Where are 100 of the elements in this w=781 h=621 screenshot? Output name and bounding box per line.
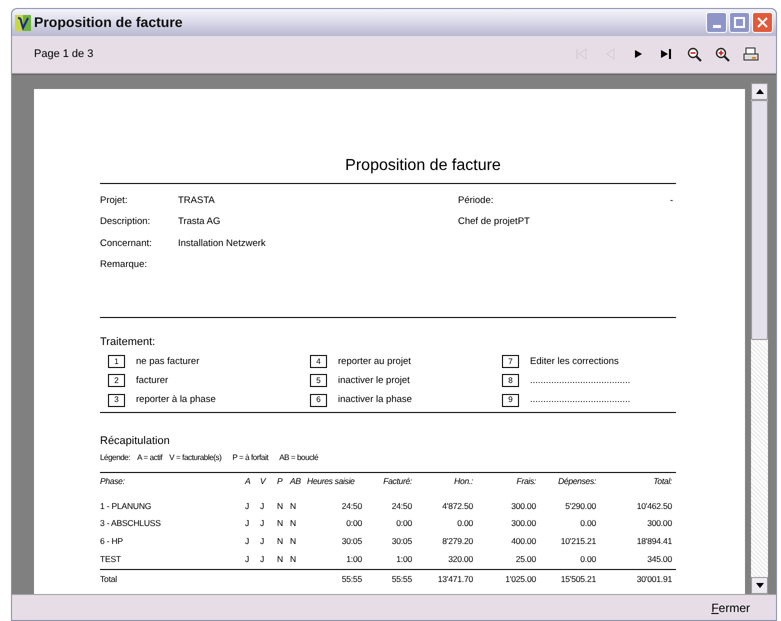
code-number-box: 8 [502,374,519,388]
total-cell-text: 55:55 [340,572,362,586]
total-label: Total [100,572,118,586]
field-value: Installation Netzwerk [178,236,266,250]
table-cell-text: 300.00 [510,500,536,512]
column-header: Heures saisie [307,474,356,488]
table-cell-text: 1 - PLANUNG [100,500,152,512]
legend-text: A = actif [137,452,162,464]
close-text-button[interactable]: Fermer [709,598,752,616]
field-label: Période: [458,194,494,208]
code-number-box: 6 [310,394,327,407]
table-cell-text: 3 - ABSCHLUSS [100,517,162,530]
legend-text: P = à forfait [232,452,268,464]
table-cell-text: N [290,517,297,530]
legend-text: AB = bouclé [279,452,318,464]
table-cell-text: J [260,500,266,512]
field-value: - [670,194,674,208]
code-number-box: 7 [502,355,519,368]
table-cell-text: J [260,552,266,566]
close-button[interactable] [752,12,773,33]
table-cell-text: J [245,517,250,530]
table-cell-text: 345.00 [646,552,672,566]
table-cell-text: 0.00 [579,552,596,566]
table-cell-text: 24:50 [340,500,362,512]
field-value: PT [518,215,530,230]
table-cell-text: 0.00 [456,517,473,530]
column-header: Frais: [516,474,536,488]
maximize-button[interactable] [729,12,750,33]
treatment-label: ne pas facturer [136,354,200,368]
column-header: P [277,474,284,488]
scroll-thumb[interactable] [751,100,768,340]
table-cell-text: J [245,552,250,566]
zoom-in-icon [715,46,731,62]
table-cell-text: N [290,535,297,548]
table-cell-text: J [260,535,266,548]
printer-icon [743,46,759,62]
table-cell-text: 8'279.20 [441,535,473,548]
code-number-box: 2 [108,374,125,388]
app-logo-icon [15,14,31,30]
legend-text: V = facturable(s) [169,452,222,464]
table-cell-text: 0:00 [345,517,362,530]
field-label: Description: [100,215,152,230]
code-number-box: 9 [502,394,519,407]
column-header: Hon.: [453,474,473,488]
table-cell-text: 24:50 [390,500,412,512]
table-cell-text: J [245,535,250,548]
total-cell-text: 15'505.21 [560,572,596,586]
section-heading: Récapitulation [100,434,171,450]
table-cell-text: TEST [100,552,122,566]
code-number-box: 5 [310,374,327,388]
column-header: Total: [652,474,672,488]
maximize-icon [734,17,745,28]
table-cell-text: 400.00 [510,535,536,548]
code-number-box: 1 [108,355,125,368]
table-cell-text: 1:00 [345,552,362,566]
total-cell-text: 55:55 [390,572,412,586]
table-cell-text: J [245,500,250,512]
table-cell-text: 30:05 [340,535,362,548]
close-icon [757,17,768,28]
table-cell-text: N [290,552,297,566]
table-cell-text: 300.00 [646,517,672,530]
column-header: V [260,474,268,488]
total-cell-text: 30'001.91 [636,572,672,586]
up-arrow-icon [756,89,764,94]
treatment-label: reporter au projet [338,354,411,368]
table-cell-text: 320.00 [447,552,473,566]
treatment-label: ...................................... [530,393,630,407]
scroll-down-button[interactable] [751,577,768,594]
treatment-label: facturer [136,374,168,388]
scroll-up-button[interactable] [751,83,768,100]
treatment-label: ...................................... [530,374,630,388]
treatment-label: inactiver le projet [338,374,410,388]
field-label: Chef de projet [458,215,518,230]
section-heading: Traitement: [100,335,156,350]
column-header: AB [290,474,302,488]
column-header: Dépenses: [557,474,596,488]
treatment-label: Editer les corrections [530,354,619,368]
table-cell-text: N [290,500,297,512]
table-cell-text: N [277,500,284,512]
table-cell-text: 0.00 [579,517,596,530]
minimize-icon [712,25,720,28]
table-cell-text: N [277,517,284,530]
table-cell-text: 1:00 [395,552,412,566]
page-indicator: Page 1 de 3 [34,47,94,62]
scrollbar[interactable] [751,83,768,594]
total-cell-text: 13'471.70 [436,572,473,586]
column-header: Facturé: [382,474,412,488]
legend-text: Légende: [100,452,130,464]
column-header: A [245,474,252,488]
total-cell-text: 1'025.00 [504,572,536,586]
column-header: Phase: [100,474,126,488]
treatment-label: inactiver la phase [338,393,412,407]
field-value: TRASTA [178,194,215,208]
table-cell-text: 25.00 [514,552,536,566]
window-title: Proposition de facture [34,13,183,32]
table-cell-text: 10'462.50 [636,500,672,512]
field-label: Remarque: [100,258,148,272]
table-cell-text: 300.00 [510,517,536,530]
field-label: Projet: [100,194,128,208]
minimize-button[interactable] [706,12,727,33]
